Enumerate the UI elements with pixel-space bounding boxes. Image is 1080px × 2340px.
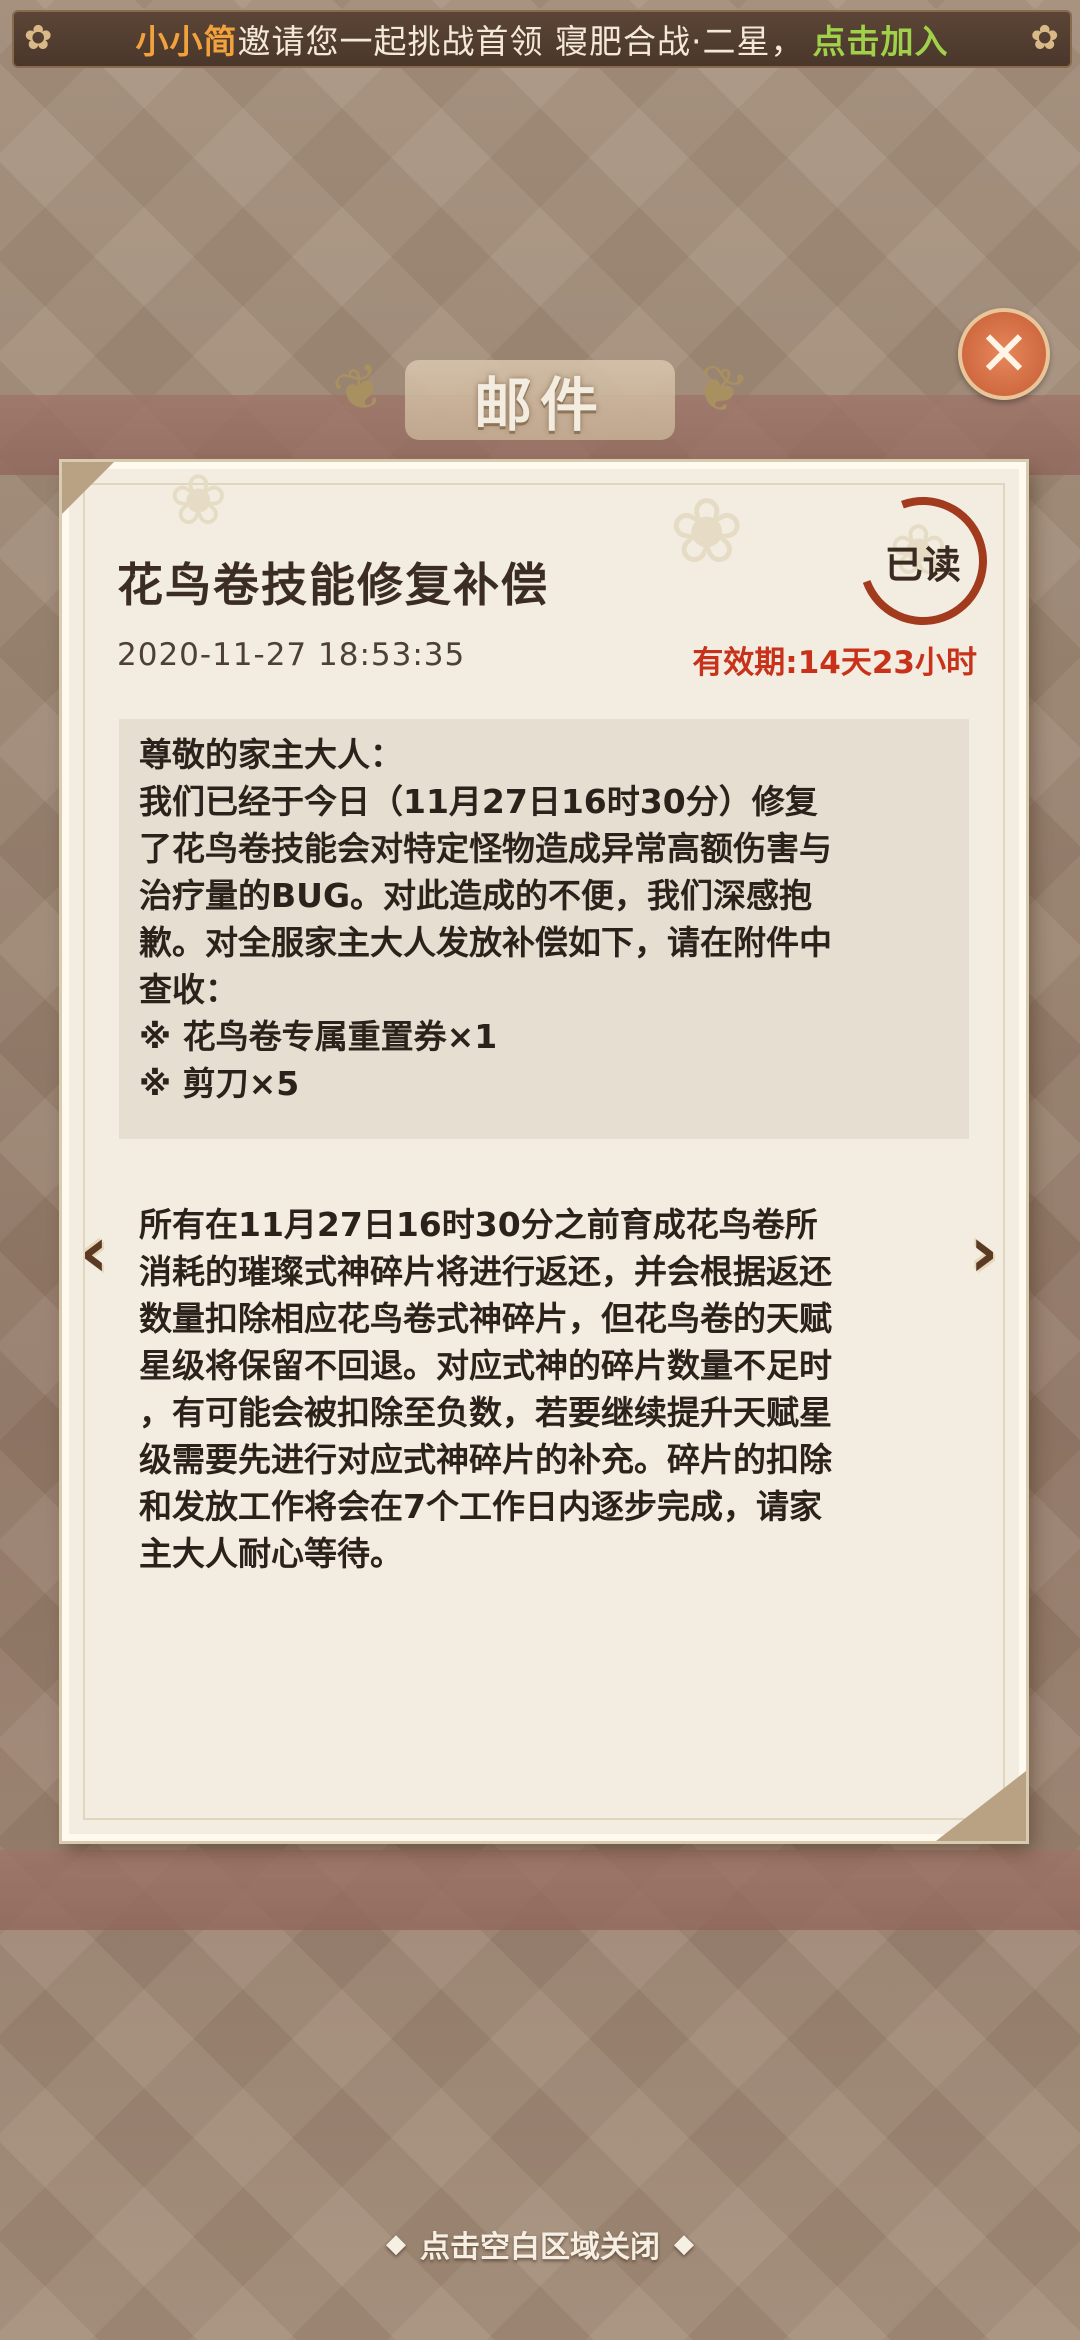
- attachment-line: ※ 剪刀×5: [139, 1064, 300, 1103]
- body-line: 数量扣除相应花鸟卷式神碎片，但花鸟卷的天赋: [139, 1299, 832, 1338]
- diamond-icon: ◆: [386, 2229, 406, 2259]
- invite-banner[interactable]: ✿ 小小简 邀请您一起挑战首领 寝肥合战·二星， 点击加入 ✿: [12, 10, 1072, 68]
- body-line: 所有在11月27日16时30分之前育成花鸟卷所: [139, 1205, 818, 1244]
- read-stamp-text: 已读: [884, 542, 962, 587]
- body-line: 查收：: [139, 970, 238, 1009]
- mail-paper: ❀ ❀ ❀ 花鸟卷技能修复补偿 已读 2020-11-27 18:53:35 有…: [62, 459, 1026, 1841]
- chevron-right-icon: ›: [969, 1211, 999, 1293]
- panel-title-text: 邮件: [473, 371, 606, 439]
- body-line: 消耗的璀璨式神碎片将进行返还，并会根据返还: [139, 1252, 832, 1291]
- close-icon: ✕: [978, 317, 1030, 390]
- body-line: ，有可能会被扣除至负数，若要继续提升天赋星: [139, 1393, 832, 1432]
- next-mail-button[interactable]: ›: [956, 1211, 1012, 1293]
- body-line: 治疗量的BUG。对此造成的不便，我们深感抱: [139, 876, 813, 915]
- mail-body[interactable]: 尊敬的家主大人： 我们已经于今日（11月27日16时30分）修复 了花鸟卷技能会…: [139, 731, 959, 1577]
- chevron-left-icon: ‹: [79, 1211, 109, 1293]
- attachment-line: ※ 花鸟卷专属重置券×1: [139, 1017, 498, 1056]
- paper-curl: [62, 462, 114, 514]
- invite-message: 邀请您一起挑战首领 寝肥合战·二星，: [237, 22, 805, 61]
- close-hint: ◆ 点击空白区域关闭 ◆: [0, 2222, 1080, 2266]
- petal-decoration: ❀: [169, 459, 228, 541]
- inviter-name: 小小简: [135, 22, 238, 61]
- petal-decoration: ❀: [669, 479, 745, 584]
- body-line: 级需要先进行对应式神碎片的补充。碎片的扣除: [139, 1440, 832, 1479]
- body-line: 了花鸟卷技能会对特定怪物造成异常高额伤害与: [139, 829, 832, 868]
- join-link[interactable]: 点击加入: [812, 15, 948, 63]
- mail-title: 花鸟卷技能修复补偿: [117, 558, 549, 612]
- mail-datetime: 2020-11-27 18:53:35: [117, 637, 466, 673]
- flower-icon: ✿: [1030, 18, 1060, 58]
- close-button[interactable]: ✕: [958, 308, 1050, 400]
- body-line: 主大人耐心等待。: [139, 1534, 403, 1573]
- body-line: 和发放工作将会在7个工作日内逐步完成，请家: [139, 1487, 822, 1526]
- body-line: 星级将保留不回退。对应式神的碎片数量不足时: [139, 1346, 832, 1385]
- body-line: 歉。对全服家主大人发放补偿如下，请在附件中: [139, 923, 832, 962]
- panel-title: ❦ 邮件 ❦: [325, 349, 755, 450]
- close-hint-text: 点击空白区域关闭: [420, 2230, 660, 2265]
- prev-mail-button[interactable]: ‹: [66, 1211, 122, 1293]
- flower-icon: ✿: [24, 18, 54, 58]
- diamond-icon: ◆: [674, 2229, 694, 2259]
- body-line: 尊敬的家主大人：: [139, 735, 403, 774]
- mail-expiry: 有效期:14天23小时: [692, 645, 977, 681]
- paper-curl: [936, 1771, 1026, 1841]
- body-line: 我们已经于今日（11月27日16时30分）修复: [139, 782, 818, 821]
